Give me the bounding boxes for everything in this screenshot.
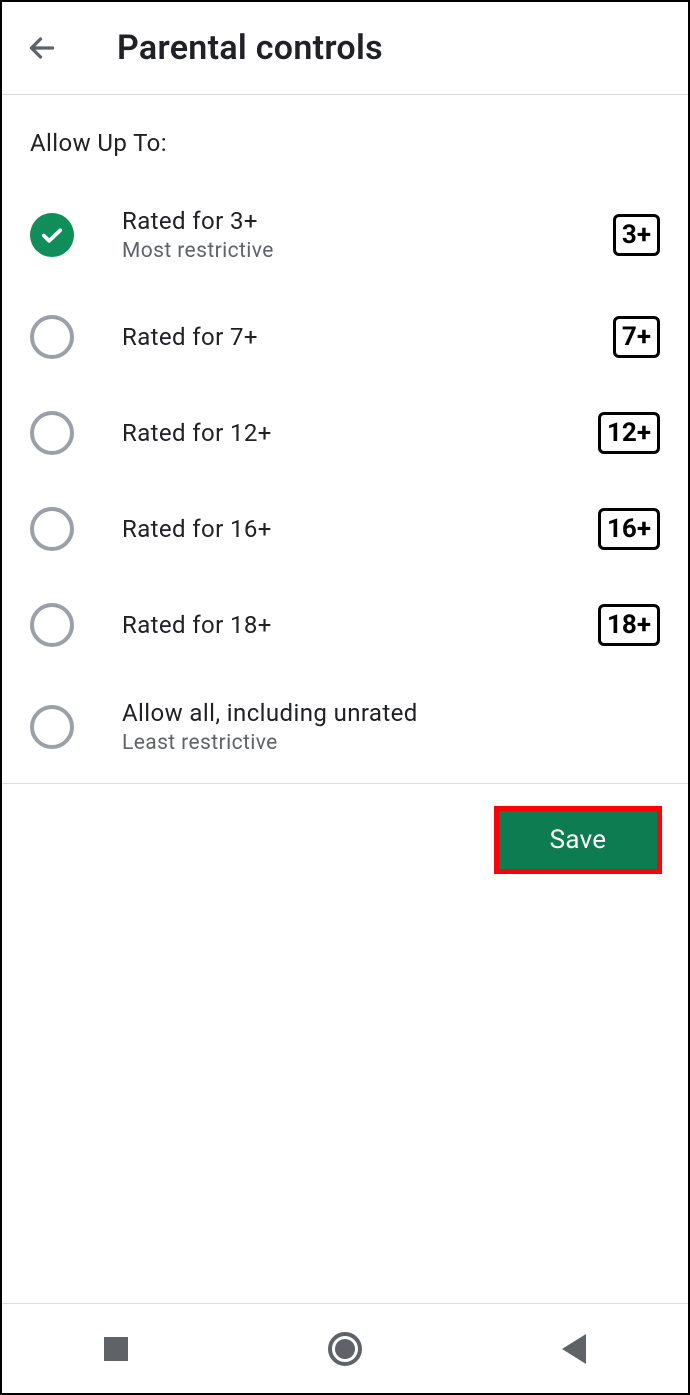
system-navbar — [2, 1303, 688, 1393]
rating-badge-12plus: 12+ — [598, 412, 660, 454]
option-sublabel: Most restrictive — [122, 239, 613, 263]
option-text: Rated for 18+ — [122, 611, 598, 639]
save-button-highlight: Save — [494, 806, 662, 874]
option-label: Rated for 7+ — [122, 323, 613, 351]
screen: Parental controls Allow Up To: Rated for… — [0, 0, 690, 1395]
option-text: Rated for 16+ — [122, 515, 598, 543]
rating-option-12plus[interactable]: Rated for 12+ 12+ — [30, 411, 660, 455]
rating-badge-16plus: 16+ — [598, 508, 660, 550]
save-button[interactable]: Save — [499, 811, 657, 869]
radio-unselected-icon — [30, 705, 74, 749]
spacer — [2, 896, 688, 1303]
rating-badge-7plus: 7+ — [613, 316, 660, 358]
option-sublabel: Least restrictive — [122, 731, 660, 755]
rating-option-18plus[interactable]: Rated for 18+ 18+ — [30, 603, 660, 647]
option-label: Rated for 12+ — [122, 419, 598, 447]
rating-badge-3plus: 3+ — [613, 214, 660, 256]
footer: Save — [2, 784, 688, 896]
rating-option-3plus[interactable]: Rated for 3+ Most restrictive 3+ — [30, 207, 660, 263]
option-text: Rated for 7+ — [122, 323, 613, 351]
section-label: Allow Up To: — [30, 129, 660, 157]
option-text: Rated for 3+ Most restrictive — [122, 207, 613, 263]
option-label: Rated for 16+ — [122, 515, 598, 543]
page-title: Parental controls — [117, 28, 383, 68]
nav-home-icon[interactable] — [325, 1329, 365, 1369]
radio-selected-icon — [30, 213, 74, 257]
option-label: Rated for 3+ — [122, 207, 613, 235]
nav-recent-icon[interactable] — [96, 1329, 136, 1369]
nav-back-icon[interactable] — [554, 1329, 594, 1369]
radio-unselected-icon — [30, 507, 74, 551]
option-label: Rated for 18+ — [122, 611, 598, 639]
app-header: Parental controls — [2, 2, 688, 94]
content-area: Allow Up To: Rated for 3+ Most restricti… — [2, 95, 688, 783]
rating-option-16plus[interactable]: Rated for 16+ 16+ — [30, 507, 660, 551]
radio-unselected-icon — [30, 315, 74, 359]
rating-option-7plus[interactable]: Rated for 7+ 7+ — [30, 315, 660, 359]
radio-unselected-icon — [30, 603, 74, 647]
option-text: Rated for 12+ — [122, 419, 598, 447]
option-label: Allow all, including unrated — [122, 699, 660, 727]
rating-badge-18plus: 18+ — [598, 604, 660, 646]
option-text: Allow all, including unrated Least restr… — [122, 699, 660, 755]
rating-option-allow-all[interactable]: Allow all, including unrated Least restr… — [30, 699, 660, 755]
radio-unselected-icon — [30, 411, 74, 455]
back-arrow-icon[interactable] — [22, 28, 62, 68]
